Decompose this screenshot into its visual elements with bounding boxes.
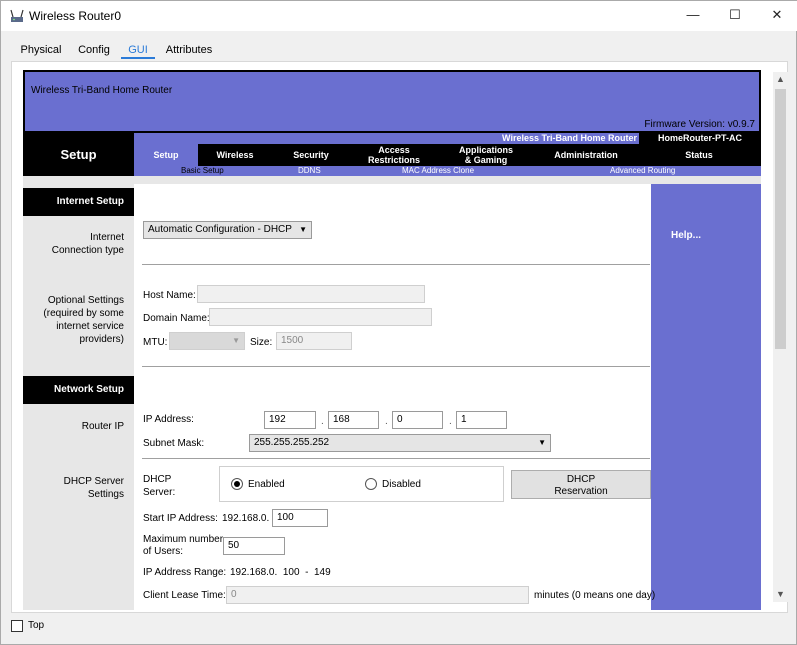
divider — [142, 264, 650, 265]
optional-settings-label: Optional Settings (required by some inte… — [43, 295, 124, 345]
nav-wireless[interactable]: Wireless — [202, 144, 268, 166]
connection-type-value: Automatic Configuration - DHCP — [148, 224, 292, 235]
divider — [142, 458, 650, 459]
dhcp-enabled-label: Enabled — [248, 479, 285, 490]
tab-active-indicator — [121, 57, 155, 59]
minimize-button[interactable]: — — [673, 1, 713, 31]
nav-security[interactable]: Security — [276, 144, 346, 166]
nav-administration[interactable]: Administration — [538, 144, 634, 166]
ip-octet-4-input[interactable]: 1 — [456, 411, 507, 429]
separator-strip — [23, 176, 761, 184]
start-ip-prefix: 192.168.0. — [222, 513, 270, 524]
ip-octet-3-input[interactable]: 0 — [392, 411, 443, 429]
router-window: Wireless Router0 — ☐ ✕ Physical Config G… — [0, 0, 797, 645]
host-name-input[interactable] — [197, 285, 425, 303]
max-users-input[interactable]: 50 — [223, 537, 285, 555]
mtu-label: MTU: — [143, 337, 168, 348]
ip-range-value: 192.168.0. 100 - 149 — [230, 567, 331, 578]
firmware-version: Firmware Version: v0.9.7 — [644, 119, 755, 130]
connection-type-select[interactable]: Automatic Configuration - DHCP ▼ — [143, 221, 312, 239]
subnet-mask-label: Subnet Mask: — [143, 438, 205, 449]
subnet-mask-select[interactable]: 255.255.255.252 ▼ — [249, 434, 551, 452]
start-ip-label: Start IP Address: — [143, 513, 218, 524]
tab-attributes[interactable]: Attributes — [161, 39, 217, 61]
mtu-size-input[interactable]: 1500 — [276, 332, 352, 350]
title-bar: Wireless Router0 — ☐ ✕ — [1, 1, 797, 31]
model-bar: Wireless Tri-Band Home Router HomeRouter… — [134, 132, 761, 145]
nav-access-restrictions[interactable]: Access Restrictions — [354, 144, 434, 166]
nav-applications-gaming[interactable]: Applications & Gaming — [442, 144, 530, 166]
mtu-select[interactable]: ▼ — [169, 332, 245, 350]
router-ip-label: Router IP — [81, 421, 124, 432]
ip-range-label: IP Address Range: — [143, 567, 227, 578]
lease-time-input[interactable]: 0 — [226, 586, 529, 604]
tab-gui[interactable]: GUI — [121, 39, 155, 61]
help-link[interactable]: Help... — [671, 230, 701, 241]
ip-dot: . — [321, 416, 324, 427]
divider — [142, 366, 650, 367]
top-checkbox[interactable] — [11, 620, 23, 632]
dhcp-reservation-button[interactable]: DHCP Reservation — [511, 470, 651, 499]
ip-dot: . — [449, 416, 452, 427]
help-panel: Help... — [651, 184, 761, 610]
subnav-mac-address-clone[interactable]: MAC Address Clone — [402, 166, 474, 176]
ip-dot: . — [385, 416, 388, 427]
scroll-up-icon[interactable]: ▲ — [773, 72, 788, 87]
connection-type-label: Internet Connection type — [51, 232, 124, 256]
start-ip-input[interactable]: 100 — [272, 509, 328, 527]
scroll-down-icon[interactable]: ▼ — [773, 587, 788, 602]
ip-address-label: IP Address: — [143, 414, 194, 425]
subnav-basic-setup[interactable]: Basic Setup — [181, 166, 224, 176]
size-label: Size: — [250, 337, 273, 348]
scrollbar-thumb[interactable] — [775, 89, 786, 349]
chevron-down-icon: ▼ — [299, 225, 307, 234]
main-navigation: Setup Wireless Tri-Band Home Router Home… — [23, 132, 761, 176]
sub-navigation: Basic Setup DDNS MAC Address Clone Advan… — [134, 166, 761, 176]
chevron-down-icon: ▼ — [538, 438, 546, 447]
tab-gui-label: GUI — [128, 44, 148, 56]
lease-time-suffix: minutes (0 means one day) — [534, 590, 656, 601]
subnav-advanced-routing[interactable]: Advanced Routing — [610, 166, 675, 176]
router-web-page: Wireless Tri-Band Home Router Firmware V… — [23, 70, 773, 610]
domain-name-label: Domain Name: — [143, 313, 210, 324]
close-button[interactable]: ✕ — [757, 1, 797, 31]
ip-octet-1-input[interactable]: 192 — [264, 411, 316, 429]
gui-frame: Wireless Tri-Band Home Router Firmware V… — [11, 61, 788, 613]
dhcp-disabled-label: Disabled — [382, 479, 421, 490]
dhcp-disabled-radio[interactable] — [365, 478, 377, 490]
section-title: Setup — [60, 147, 97, 162]
maximize-button[interactable]: ☐ — [715, 1, 755, 31]
model-name: Wireless Tri-Band Home Router — [502, 133, 637, 143]
dhcp-enabled-radio[interactable] — [231, 478, 243, 490]
dhcp-server-settings-label: DHCP Server Settings — [63, 476, 124, 500]
network-setup-header: Network Setup — [23, 376, 134, 404]
subnet-mask-value: 255.255.255.252 — [254, 437, 330, 448]
vertical-scrollbar[interactable]: ▲ ▼ — [773, 72, 788, 602]
ip-octet-2-input[interactable]: 168 — [328, 411, 379, 429]
window-title: Wireless Router0 — [29, 9, 122, 23]
nav-setup[interactable]: Setup — [134, 144, 198, 166]
tab-config[interactable]: Config — [73, 39, 115, 61]
dhcp-server-label: DHCP Server: — [143, 474, 176, 498]
subnav-ddns[interactable]: DDNS — [298, 166, 321, 176]
lease-time-label: Client Lease Time: — [143, 590, 226, 601]
top-checkbox-label: Top — [28, 620, 45, 631]
header-banner: Wireless Tri-Band Home Router Firmware V… — [23, 70, 761, 133]
domain-name-input[interactable] — [209, 308, 432, 326]
host-name-label: Host Name: — [143, 290, 196, 301]
internet-setup-header: Internet Setup — [23, 188, 134, 216]
nav-menu: Wireless Tri-Band Home Router HomeRouter… — [134, 132, 761, 176]
chevron-down-icon: ▼ — [232, 336, 240, 345]
max-users-label: Maximum number of Users: — [143, 534, 224, 557]
product-name: Wireless Tri-Band Home Router — [31, 85, 173, 96]
nav-status[interactable]: Status — [660, 144, 738, 166]
router-icon — [10, 9, 24, 22]
tab-physical[interactable]: Physical — [15, 39, 67, 61]
